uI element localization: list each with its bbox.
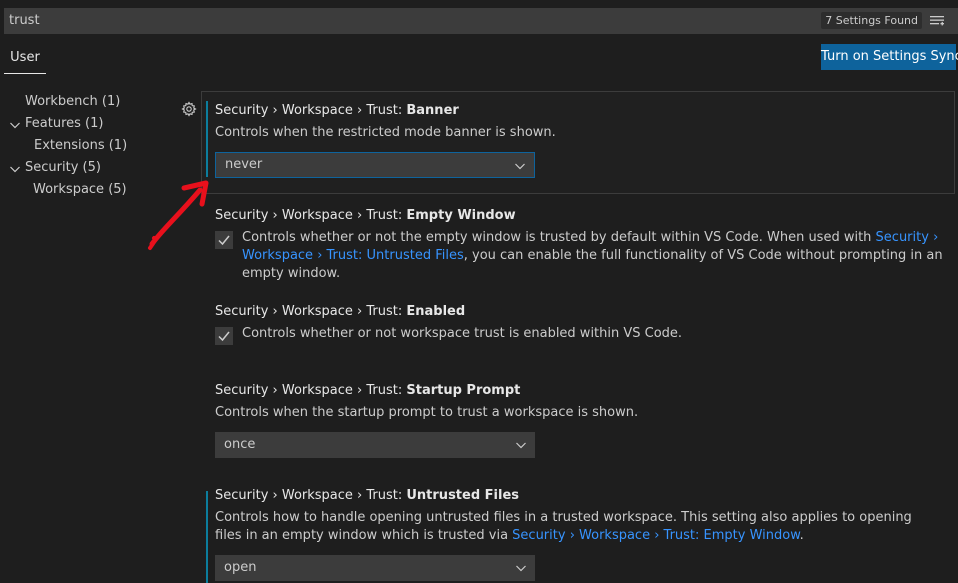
setting-title-name: Enabled <box>406 304 466 319</box>
chevron-down-icon <box>516 565 526 572</box>
description-text: . <box>799 528 804 543</box>
dropdown-value: never <box>225 157 263 172</box>
modified-indicator <box>206 491 208 583</box>
setting-title-name: Banner <box>406 103 459 118</box>
banner-dropdown[interactable]: never <box>215 152 535 178</box>
setting-title-empty-window: Security › Workspace › Trust: Empty Wind… <box>215 207 516 225</box>
setting-title-banner: Security › Workspace › Trust: Banner <box>215 102 459 120</box>
setting-title-prefix: Security › Workspace › Trust: <box>215 208 407 223</box>
modified-indicator <box>206 101 208 177</box>
chevron-down-icon <box>515 163 525 170</box>
setting-description-empty-window: Controls whether or not the empty window… <box>242 229 947 283</box>
chevron-down-icon <box>516 442 526 449</box>
setting-description-untrusted-files: Controls how to handle opening untrusted… <box>215 509 940 545</box>
setting-description-startup-prompt: Controls when the startup prompt to trus… <box>215 405 639 420</box>
setting-description-banner: Controls when the restricted mode banner… <box>215 125 556 140</box>
toc-item-workspace[interactable]: Workspace (5) <box>33 181 127 199</box>
tab-user[interactable]: User <box>4 42 46 74</box>
check-icon <box>218 331 230 342</box>
setting-title-enabled: Security › Workspace › Trust: Enabled <box>215 303 465 321</box>
setting-title-prefix: Security › Workspace › Trust: <box>215 103 407 118</box>
setting-title-prefix: Security › Workspace › Trust: <box>215 383 407 398</box>
results-count-badge: 7 Settings Found <box>821 12 922 29</box>
setting-title-name: Untrusted Files <box>406 488 520 503</box>
settings-search-input[interactable] <box>9 8 709 34</box>
toc-item-security[interactable]: Security (5) <box>25 159 101 177</box>
gear-icon[interactable] <box>181 101 197 117</box>
chevron-down-icon[interactable] <box>9 163 21 175</box>
setting-title-name: Startup Prompt <box>406 383 521 398</box>
setting-description-enabled: Controls whether or not workspace trust … <box>242 326 683 341</box>
setting-link-empty-window[interactable]: Security › Workspace › Trust: Empty Wind… <box>512 528 799 543</box>
setting-title-prefix: Security › Workspace › Trust: <box>215 304 407 319</box>
annotation-arrow-icon <box>148 180 209 250</box>
setting-title-startup-prompt: Security › Workspace › Trust: Startup Pr… <box>215 382 520 400</box>
setting-title-prefix: Security › Workspace › Trust: <box>215 488 407 503</box>
setting-title-untrusted-files: Security › Workspace › Trust: Untrusted … <box>215 487 519 505</box>
toc-item-features[interactable]: Features (1) <box>25 115 103 133</box>
settings-search-bar: 7 Settings Found <box>4 8 958 34</box>
description-text: Controls whether or not the empty window… <box>242 230 876 245</box>
turn-on-settings-sync-button[interactable]: Turn on Settings Sync <box>821 44 958 70</box>
enabled-checkbox[interactable] <box>215 327 233 345</box>
toc-item-workbench[interactable]: Workbench (1) <box>25 93 120 111</box>
dropdown-value: once <box>224 437 256 452</box>
filter-list-icon[interactable] <box>930 14 944 28</box>
dropdown-value: open <box>224 560 257 575</box>
chevron-down-icon[interactable] <box>9 119 21 131</box>
untrusted-files-dropdown[interactable]: open <box>215 555 535 581</box>
toc-item-extensions[interactable]: Extensions (1) <box>34 137 127 155</box>
setting-title-name: Empty Window <box>406 208 516 223</box>
startup-prompt-dropdown[interactable]: once <box>215 432 535 458</box>
